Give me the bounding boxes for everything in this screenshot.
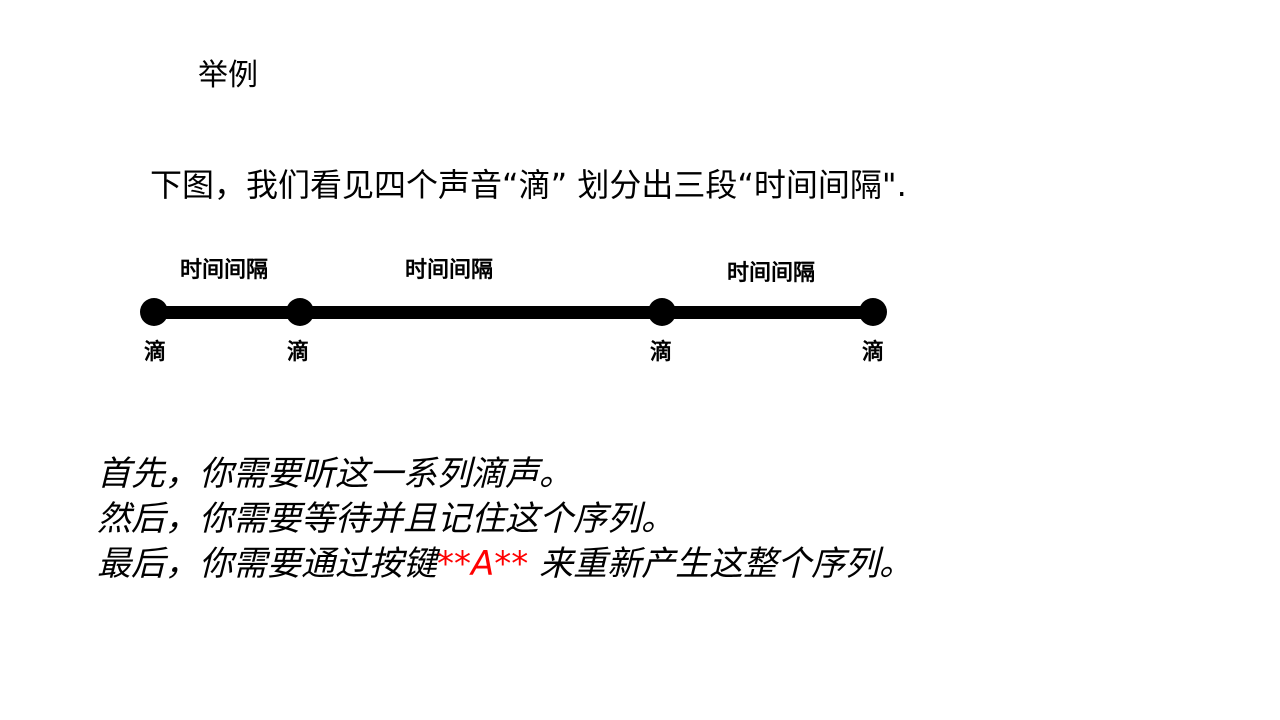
interval-label-2: 时间间隔	[405, 258, 494, 283]
interval-label-1: 时间间隔	[180, 258, 269, 283]
instruction-step-1: 首先，你需要听这一系列滴声。	[97, 454, 573, 494]
instruction-step-3-prefix: 最后，你需要通过按键	[97, 544, 437, 584]
instruction-step-2: 然后，你需要等待并且记住这个序列。	[97, 499, 675, 539]
drip-label-1: 滴	[144, 340, 167, 365]
drip-label-4: 滴	[862, 340, 885, 365]
drip-dot-1	[140, 298, 168, 326]
drip-dot-2	[286, 298, 314, 326]
drip-dot-4	[859, 298, 887, 326]
instruction-step-3-suffix: 来重新产生这整个序列。	[528, 544, 914, 584]
drip-dot-3	[648, 298, 676, 326]
instructions: 首先，你需要听这一系列滴声。 然后，你需要等待并且记住这个序列。 最后，你需要通…	[97, 452, 913, 587]
timeline-line	[154, 306, 874, 319]
key-a-highlight: **A**	[437, 544, 529, 584]
interval-label-3: 时间间隔	[727, 261, 816, 286]
drip-label-3: 滴	[650, 340, 673, 365]
timeline-diagram: 时间间隔 时间间隔 时间间隔 滴 滴 滴 滴	[0, 0, 1280, 720]
drip-label-2: 滴	[287, 340, 310, 365]
instruction-step-3: 最后，你需要通过按键**A** 来重新产生这整个序列。	[97, 542, 913, 587]
